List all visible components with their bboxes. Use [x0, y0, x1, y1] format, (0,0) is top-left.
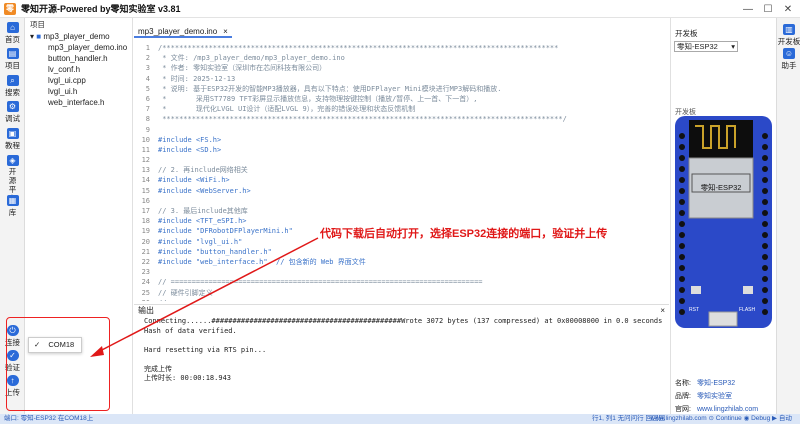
annotation-text: 代码下载后自动打开，选择ESP32连接的端口，验证并上传 — [320, 228, 608, 240]
status-port: 端口: 零知-ESP32 在COM18上 — [4, 415, 94, 422]
status-bar: 端口: 零知-ESP32 在COM18上 行1, 列1 无问问行 回回回 www… — [0, 414, 800, 424]
status-links: www.lingzhilab.com ⊙ Continue ◉ Debug ▶ … — [650, 415, 792, 422]
annotation-arrow — [90, 237, 319, 357]
